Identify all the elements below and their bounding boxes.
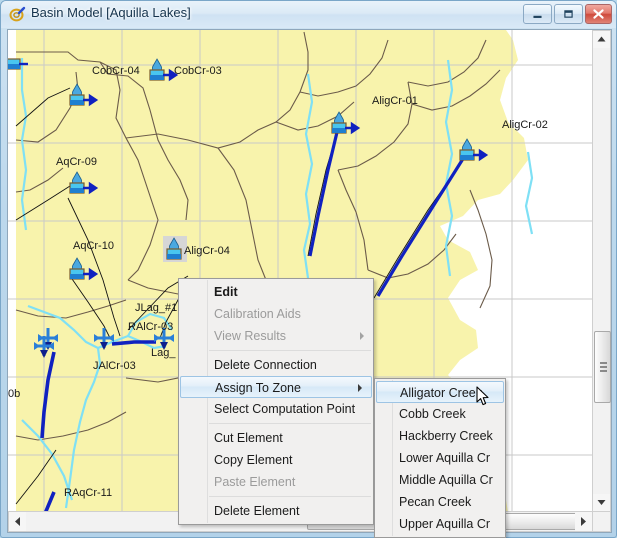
menu-item-copy-element[interactable]: Copy Element [179,449,373,471]
client-area: CobCr-04 CobCr-03 AligCr-01 AligCr-02 AqCr-0… [7,29,612,538]
menu-separator [209,350,371,351]
scroll-up-arrow[interactable] [593,31,610,48]
basin-model-window: Basin Model [Aquilla Lakes] CobCr-04 Cob… [0,0,617,538]
submenu-arrow-icon [360,332,364,340]
vertical-scroll-thumb[interactable] [594,331,611,403]
menu-item-label: View Results [214,329,287,343]
minimize-button[interactable] [523,4,552,24]
map-label: RAqCr-11 [64,487,112,499]
map-label: JAlCr-03 [93,360,136,372]
menu-item-view-results: View Results [179,325,373,347]
menu-item-pecan-creek[interactable]: Pecan Creek [375,491,505,513]
menu-item-label: Alligator Creek [400,386,482,400]
map-label: AligCr-02 [502,119,548,131]
menu-item-label: Copy Element [214,453,293,467]
menu-item-label: Pecan Creek [399,495,472,509]
menu-item-label: Calibration Aids [214,307,301,321]
scroll-down-arrow[interactable] [593,494,610,511]
maximize-button[interactable] [554,4,583,24]
menu-item-delete-connection[interactable]: Delete Connection [179,354,373,376]
context-menu[interactable]: Edit Calibration Aids View Results Delete C… [178,278,374,525]
scroll-right-arrow[interactable] [575,512,592,531]
assign-to-zone-submenu[interactable]: Alligator Creek Cobb Creek Hackberry Creek… [374,378,506,538]
menu-item-calibration-aids: Calibration Aids [179,303,373,325]
menu-item-label: Lower Aquilla Cr [399,451,491,465]
menu-item-delete-element[interactable]: Delete Element [179,500,373,522]
menu-item-select-computation-point[interactable]: Select Computation Point [179,398,373,420]
menu-item-upper-aquilla-cr[interactable]: Upper Aquilla Cr [375,513,505,535]
map-label: AqCr-10 [73,240,114,252]
close-button[interactable] [585,4,612,24]
menu-item-middle-aquilla-cr[interactable]: Middle Aquilla Cr [375,469,505,491]
menu-item-cut-element[interactable]: Cut Element [179,427,373,449]
menu-item-hackberry-creek[interactable]: Hackberry Creek [375,425,505,447]
menu-separator [209,423,371,424]
menu-item-alligator-creek[interactable]: Alligator Creek [376,381,504,403]
scroll-left-arrow[interactable] [9,512,26,531]
menu-item-lower-aquilla-cr[interactable]: Lower Aquilla Cr [375,447,505,469]
map-label: CobCr-03 [174,65,222,77]
map-label: 0b [8,388,20,400]
map-label: RAlCr-03 [128,321,173,333]
menu-item-label: Paste Element [214,475,296,489]
menu-item-assign-to-zone[interactable]: Assign To Zone [180,376,372,398]
menu-item-cobb-creek[interactable]: Cobb Creek [375,403,505,425]
map-label: Lag_ [151,347,176,359]
map-label: JLag_#1 [135,302,177,314]
menu-item-label: Hackberry Creek [399,429,493,443]
menu-item-paste-element: Paste Element [179,471,373,493]
basin-model-icon [9,6,26,23]
map-label: CobCr-04 [92,65,140,77]
menu-item-label: Edit [214,285,238,299]
window-title: Basin Model [Aquilla Lakes] [31,5,191,20]
menu-item-label: Middle Aquilla Cr [399,473,493,487]
menu-item-edit[interactable]: Edit [179,281,373,303]
vertical-scrollbar[interactable] [592,30,611,512]
scrollbar-corner [592,511,611,532]
menu-item-label: Cobb Creek [399,407,466,421]
menu-item-label: Upper Aquilla Cr [399,517,491,531]
menu-item-label: Assign To Zone [215,381,301,395]
menu-item-label: Cut Element [214,431,283,445]
title-bar: Basin Model [Aquilla Lakes] [1,1,616,28]
map-label: AligCr-04 [184,245,230,257]
menu-item-label: Delete Element [214,504,300,518]
menu-item-label: Delete Connection [214,358,317,372]
menu-item-label: Select Computation Point [214,402,356,416]
menu-separator [209,496,371,497]
map-label: AqCr-09 [56,156,97,168]
submenu-arrow-icon [358,384,362,392]
map-label: AligCr-01 [372,95,418,107]
